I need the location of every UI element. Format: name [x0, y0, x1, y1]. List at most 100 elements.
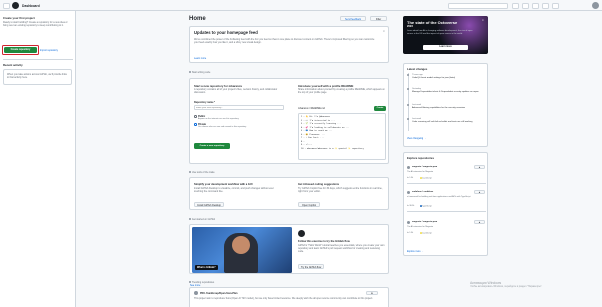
desktop-text: Install GitHub Desktop to visualize, com… [194, 187, 274, 193]
copilot-text: Try GitHub Copilot free for 30 days, whi… [298, 187, 383, 193]
repo-owner-avatar [194, 291, 198, 295]
timeline-dot [407, 88, 409, 90]
windows-activation-text: Чтобы активировать Windows, перейдите в … [470, 285, 543, 288]
create-repository-button[interactable]: Create repository [4, 47, 37, 53]
explore-repo-lang: JavaScript [420, 232, 432, 235]
open-copilot-button[interactable]: Open Copilot [298, 202, 320, 207]
command-icon[interactable] [512, 2, 519, 9]
video-title: What is GitHub? [195, 265, 218, 270]
readme-editor: 1 - 👋 Hi, I'm @mbaranov 2 - 👀 I'm intere… [298, 113, 386, 160]
github-logo-icon[interactable] [12, 2, 19, 9]
public-text: Anyone on the internet can see this repo… [198, 118, 239, 120]
tools-card: Simplify your development workflow with … [189, 177, 389, 210]
change-text[interactable]: Code scanning will soft-fail on builds a… [412, 121, 486, 124]
change-time: Yesterday [412, 87, 421, 90]
updates-title: Updates to your homepage feed [194, 30, 258, 35]
octoverse-card: The state of the Octoverse 2023 Learn ab… [403, 16, 488, 54]
create-readme-button[interactable]: Create [374, 106, 386, 111]
recent-activity-empty: When you take actions across GitHub, we'… [3, 69, 72, 85]
repo-name-label: Repository name * [194, 101, 215, 104]
explore-repo-desc: The AI extension for Magento [407, 226, 434, 228]
trending-repo-name[interactable]: PKU-YuanGroup/Open-Sora-Plan [200, 292, 237, 295]
explore-repo-lang: TypeScript [420, 205, 432, 208]
home-title: Home [189, 16, 206, 22]
divider [407, 183, 486, 184]
flow-text: GitHub's "Hello World" tutorial teaches … [298, 244, 385, 253]
private-radio[interactable] [194, 123, 197, 126]
close-icon[interactable]: × [383, 29, 385, 33]
top-bar: Dashboard [0, 0, 602, 11]
explore-more-link[interactable]: Explore more → [407, 251, 424, 253]
tools-icon [189, 171, 191, 173]
explore-repo-stars: ★ 1.3k [407, 177, 414, 179]
explore-repo-lang: JavaScript [420, 177, 432, 180]
change-time: Last week [412, 103, 422, 106]
menu-icon[interactable] [3, 2, 10, 9]
star-button[interactable]: ★ [474, 165, 485, 169]
desktop-title: Simplify your development workflow with … [194, 183, 253, 186]
public-radio[interactable] [194, 115, 197, 118]
octoverse-text: Learn about how AI is changing software … [407, 30, 473, 35]
octocat-icon [298, 230, 305, 237]
explore-repo-stars: ★ 36.3k [407, 205, 415, 207]
import-repository-link[interactable]: Import repository [40, 49, 58, 52]
page-title: Dashboard [22, 3, 40, 8]
start-coding-card: Start a new repository for mbaranov A re… [189, 78, 389, 164]
change-time: Last week [412, 117, 422, 120]
explore-repo-desc: The AI extension for Magento [407, 171, 434, 173]
video-thumbnail[interactable]: What is GitHub? [192, 227, 292, 273]
inbox-icon[interactable] [552, 2, 559, 9]
pull-requests-icon[interactable] [542, 2, 549, 9]
explore-repo-name[interactable]: magento / magento-pwa [412, 221, 437, 223]
change-text[interactable]: Advanced filtering capabilities for the … [412, 107, 486, 110]
star-button[interactable]: ★ [366, 291, 378, 295]
star-button[interactable]: ★ [474, 190, 485, 194]
filter-button[interactable]: Filter [370, 16, 387, 21]
timeline-line [408, 73, 409, 131]
get-started-label: Get started on GitHub [191, 218, 216, 221]
new-repo-text: A repository contains all of your projec… [194, 88, 278, 94]
issues-icon[interactable] [532, 2, 539, 9]
start-coding-label: Start writing code [191, 71, 211, 74]
try-github-flow-button[interactable]: Try the GitHub flow [298, 264, 324, 269]
explore-repositories-card: Explore repositories magento / magento-p… [403, 152, 488, 256]
octoverse-learn-more-button[interactable]: Learn more [423, 45, 468, 50]
octoverse-title: The state of the Octoverse [407, 20, 458, 25]
trending-icon [189, 281, 191, 283]
get-started-section: Get started on GitHub [189, 217, 215, 221]
tools-section: Use tools of the trade [189, 170, 215, 174]
flow-title: Follow this exercise to try the GitHub f… [298, 240, 350, 243]
star-button[interactable]: ★ [474, 220, 485, 224]
view-changelog-link[interactable]: View changelog → [407, 138, 426, 140]
repo-owner-avatar [407, 221, 410, 224]
latest-changes-heading: Latest changes [407, 67, 428, 71]
repo-owner-avatar [407, 191, 410, 194]
tools-label: Use tools of the trade [191, 171, 215, 174]
explore-repo-name[interactable]: vodafone / vodafone [412, 191, 433, 193]
repo-name-input[interactable] [194, 105, 284, 110]
change-text[interactable]: Manage Dependabot alerts & Dependabot se… [412, 91, 486, 94]
explore-repo-stars: ★ 1.3k [407, 232, 414, 234]
timeline-dot [407, 104, 409, 106]
explore-repo-name[interactable]: magento / magento-pwa [412, 166, 437, 168]
readme-lines: 1 - 👋 Hi, I'm @mbaranov 2 - 👀 I'm intere… [301, 116, 364, 150]
timeline-dot [407, 74, 409, 76]
change-text[interactable]: CodeQL threat model settings for java (b… [412, 77, 486, 80]
timeline-dot [407, 118, 409, 120]
updates-text: We've combined the power of the Followin… [194, 38, 375, 44]
get-started-card: What is GitHub? Follow this exercise to … [189, 224, 389, 274]
recent-activity-heading: Recent activity [3, 63, 23, 67]
explore-heading: Explore repositories [407, 156, 435, 160]
send-feedback-button[interactable]: Send feedback [340, 16, 366, 21]
install-desktop-button[interactable]: Install GitHub Desktop [194, 202, 224, 207]
avatar[interactable] [592, 2, 599, 9]
search-input[interactable] [448, 2, 508, 9]
plus-icon[interactable] [522, 2, 529, 9]
repo-owner-avatar [407, 166, 410, 169]
private-text: You choose who can see and commit to thi… [198, 126, 247, 128]
learn-more-link[interactable]: Learn more [194, 57, 206, 60]
close-icon[interactable]: × [482, 18, 484, 22]
divider [407, 211, 486, 212]
sidebar-divider [3, 59, 73, 60]
create-new-repository-button[interactable]: Create a new repository [194, 143, 230, 149]
